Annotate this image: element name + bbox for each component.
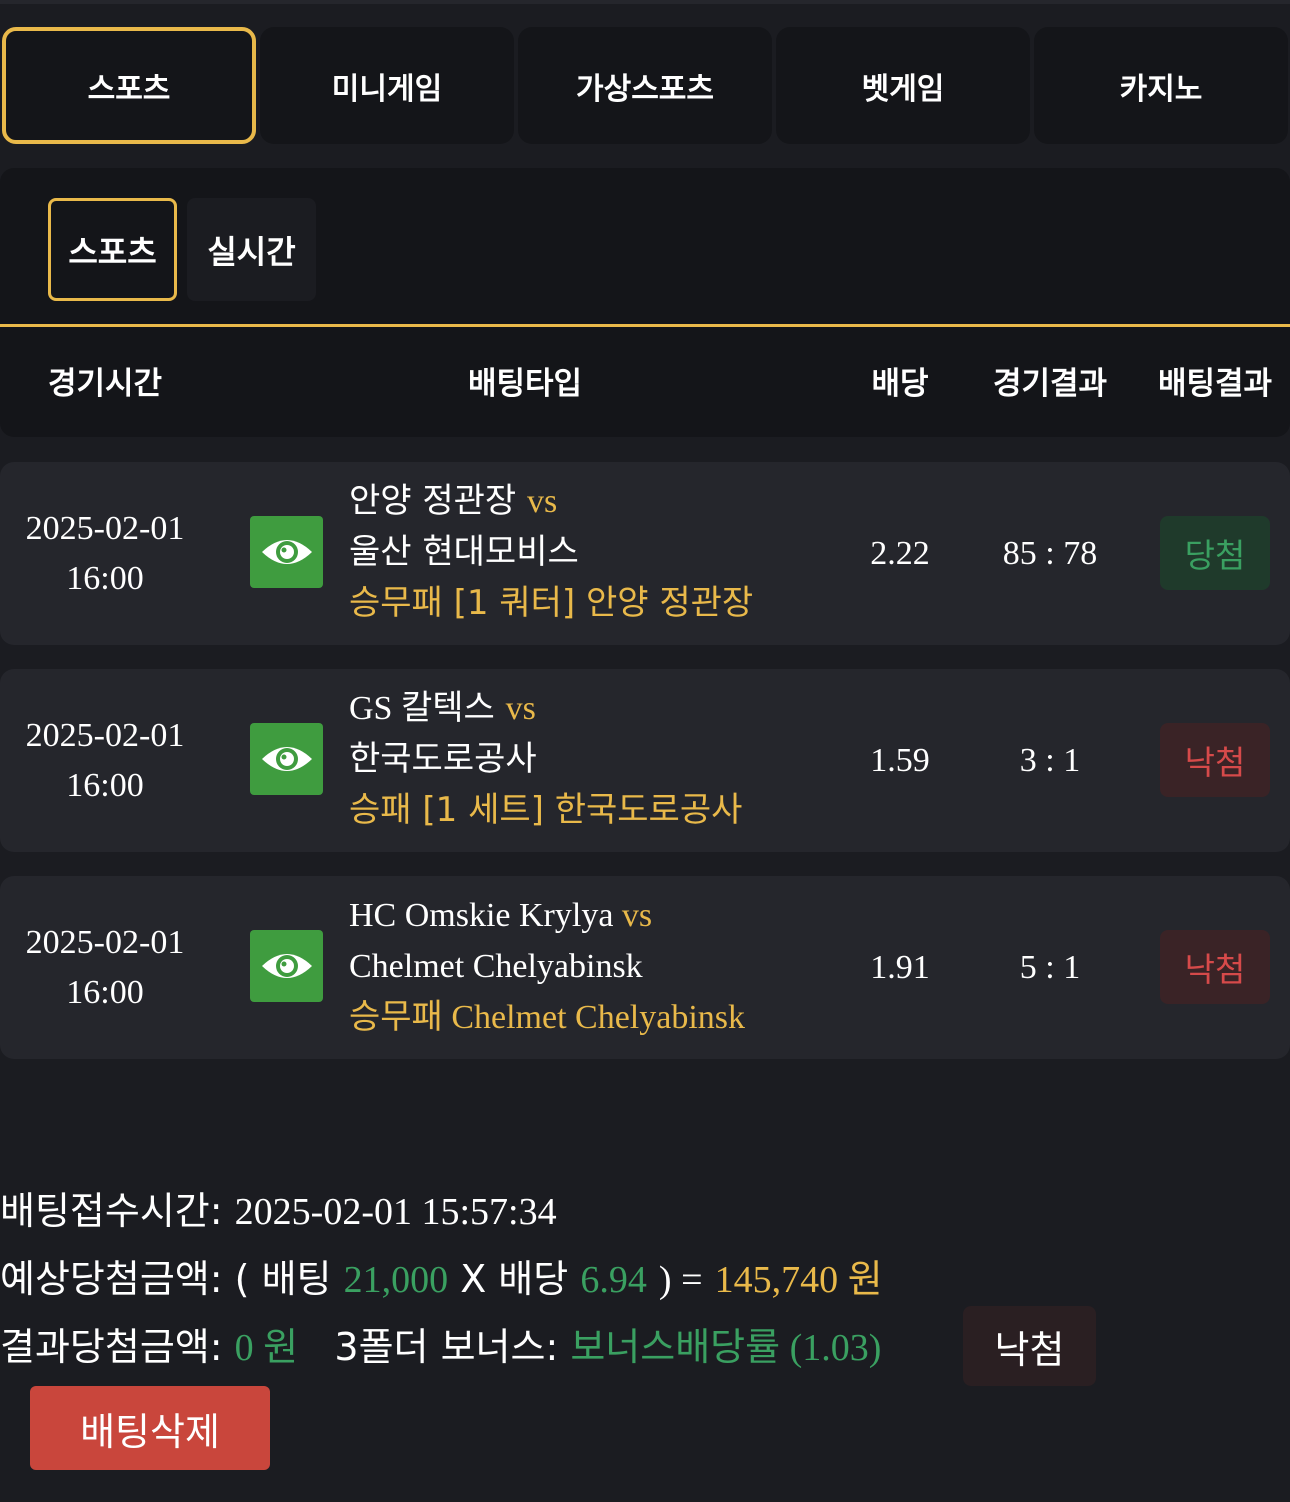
tab-casino[interactable]: 카지노 — [1034, 27, 1288, 144]
match-date: 2025-02-01 — [25, 716, 185, 754]
tab-virtual-sports-label: 가상스포츠 — [576, 71, 714, 107]
vs-label: vs — [527, 483, 558, 520]
header-bet-result: 배팅결과 — [1157, 365, 1273, 402]
tab-betgame[interactable]: 벳게임 — [776, 27, 1030, 144]
expected-amount: 145,740 원 — [714, 1259, 883, 1301]
vs-label: vs — [505, 690, 536, 727]
tab-casino-label: 카지노 — [1119, 71, 1203, 107]
sub-tab-panel: 스포츠 실시간 — [0, 168, 1290, 326]
tab-betgame-label: 벳게임 — [861, 71, 945, 107]
delete-bet-button[interactable]: 배팅삭제 — [30, 1386, 270, 1470]
total-odds: 6.94 — [580, 1259, 647, 1301]
subtab-sports[interactable]: 스포츠 — [48, 198, 177, 301]
bet-pick: 승패 [1 세트] 한국도로공사 — [349, 790, 743, 830]
result-badge-win: 당첨 — [1160, 516, 1270, 590]
subtab-live-label: 실시간 — [207, 232, 296, 271]
home-team: GS 칼텍스 — [349, 690, 495, 727]
view-details-button[interactable] — [250, 930, 323, 1002]
bonus-value: 보너스배당률 (1.03) — [570, 1327, 882, 1369]
main-tab-bar: 스포츠 미니게임 가상스포츠 벳게임 카지노 — [0, 27, 1290, 144]
accepted-time-label: 배팅접수시간: — [0, 1189, 223, 1233]
match-info: 안양 정관장 vs 울산 현대모비스 승무패 [1 쿼터] 안양 정관장 — [349, 476, 753, 629]
tab-minigame[interactable]: 미니게임 — [260, 27, 514, 144]
tab-sports[interactable]: 스포츠 — [2, 27, 256, 144]
header-match-time: 경기시간 — [47, 365, 163, 402]
score-value: 5 : 1 — [1019, 948, 1081, 986]
top-divider — [0, 0, 1290, 4]
odds-value: 1.91 — [870, 948, 930, 986]
match-date: 2025-02-01 — [25, 509, 185, 547]
match-date: 2025-02-01 — [25, 923, 185, 961]
bet-pick: 승무패 [1 쿼터] 안양 정관장 — [349, 583, 754, 623]
tab-minigame-label: 미니게임 — [331, 71, 443, 107]
match-info: HC Omskie Krylya vs Chelmet Chelyabinsk … — [349, 890, 745, 1043]
away-team: 울산 현대모비스 — [349, 532, 579, 572]
table-row: 2025-02-01 16:00 GS 칼텍스 vs 한국도로공사 승패 [1 … — [0, 669, 1290, 852]
home-team: 안양 정관장 — [349, 481, 517, 521]
away-team: 한국도로공사 — [349, 739, 537, 779]
expected-win-label: 예상당첨금액: — [0, 1257, 223, 1301]
match-hour: 16:00 — [66, 973, 144, 1011]
score-value: 85 : 78 — [1002, 534, 1098, 572]
accepted-time-value: 2025-02-01 15:57:34 — [234, 1191, 557, 1233]
result-win-line: 결과당첨금액: 0 원 3폴더 보너스: 보너스배당률 (1.03) — [0, 1316, 881, 1371]
expected-win-line: 예상당첨금액: ( 배팅 21,000 X 배당 6.94 ) = 145,74… — [0, 1248, 883, 1303]
eye-icon — [261, 954, 312, 978]
tab-virtual-sports[interactable]: 가상스포츠 — [518, 27, 772, 144]
result-amount: 0 원 — [234, 1327, 299, 1369]
odds-value: 2.22 — [870, 534, 930, 572]
bet-status-button[interactable]: 낙첨 — [963, 1306, 1096, 1386]
header-bet-type: 배팅타입 — [467, 365, 583, 402]
subtab-live[interactable]: 실시간 — [187, 198, 316, 301]
bonus-label: 3폴더 보너스: — [334, 1325, 559, 1369]
match-info: GS 칼텍스 vs 한국도로공사 승패 [1 세트] 한국도로공사 — [349, 683, 742, 836]
close-equals: ) = — [658, 1259, 703, 1301]
odds-value: 1.59 — [870, 741, 930, 779]
accepted-time-line: 배팅접수시간: 2025-02-01 15:57:34 — [0, 1180, 557, 1235]
result-win-label: 결과당첨금액: — [0, 1325, 223, 1369]
x-odds-label: X 배당 — [460, 1257, 569, 1301]
view-details-button[interactable] — [250, 516, 323, 588]
table-row: 2025-02-01 16:00 HC Omskie Krylya vs Che… — [0, 876, 1290, 1059]
eye-icon — [261, 540, 312, 564]
header-match-result: 경기결과 — [992, 365, 1108, 402]
away-team: Chelmet Chelyabinsk — [349, 948, 643, 985]
match-time: 2025-02-01 16:00 — [0, 462, 210, 645]
header-odds: 배당 — [871, 365, 929, 402]
bet-pick: 승무패 Chelmet Chelyabinsk — [349, 999, 746, 1036]
vs-label: vs — [621, 897, 653, 934]
expected-open: ( 배팅 — [234, 1257, 332, 1301]
bet-amount: 21,000 — [343, 1259, 449, 1301]
match-hour: 16:00 — [66, 559, 144, 597]
match-hour: 16:00 — [66, 766, 144, 804]
table-header: 경기시간 배팅타입 배당 경기결과 배팅결과 — [0, 327, 1290, 437]
result-badge-lose: 낙첨 — [1160, 723, 1270, 797]
tab-sports-label: 스포츠 — [87, 71, 171, 107]
view-details-button[interactable] — [250, 723, 323, 795]
match-time: 2025-02-01 16:00 — [0, 876, 210, 1059]
result-badge-lose: 낙첨 — [1160, 930, 1270, 1004]
match-time: 2025-02-01 16:00 — [0, 669, 210, 852]
subtab-sports-label: 스포츠 — [68, 232, 157, 271]
table-row: 2025-02-01 16:00 안양 정관장 vs 울산 현대모비스 승무패 … — [0, 462, 1290, 645]
score-value: 3 : 1 — [1019, 741, 1081, 779]
home-team: HC Omskie Krylya — [349, 897, 614, 934]
eye-icon — [261, 747, 312, 771]
